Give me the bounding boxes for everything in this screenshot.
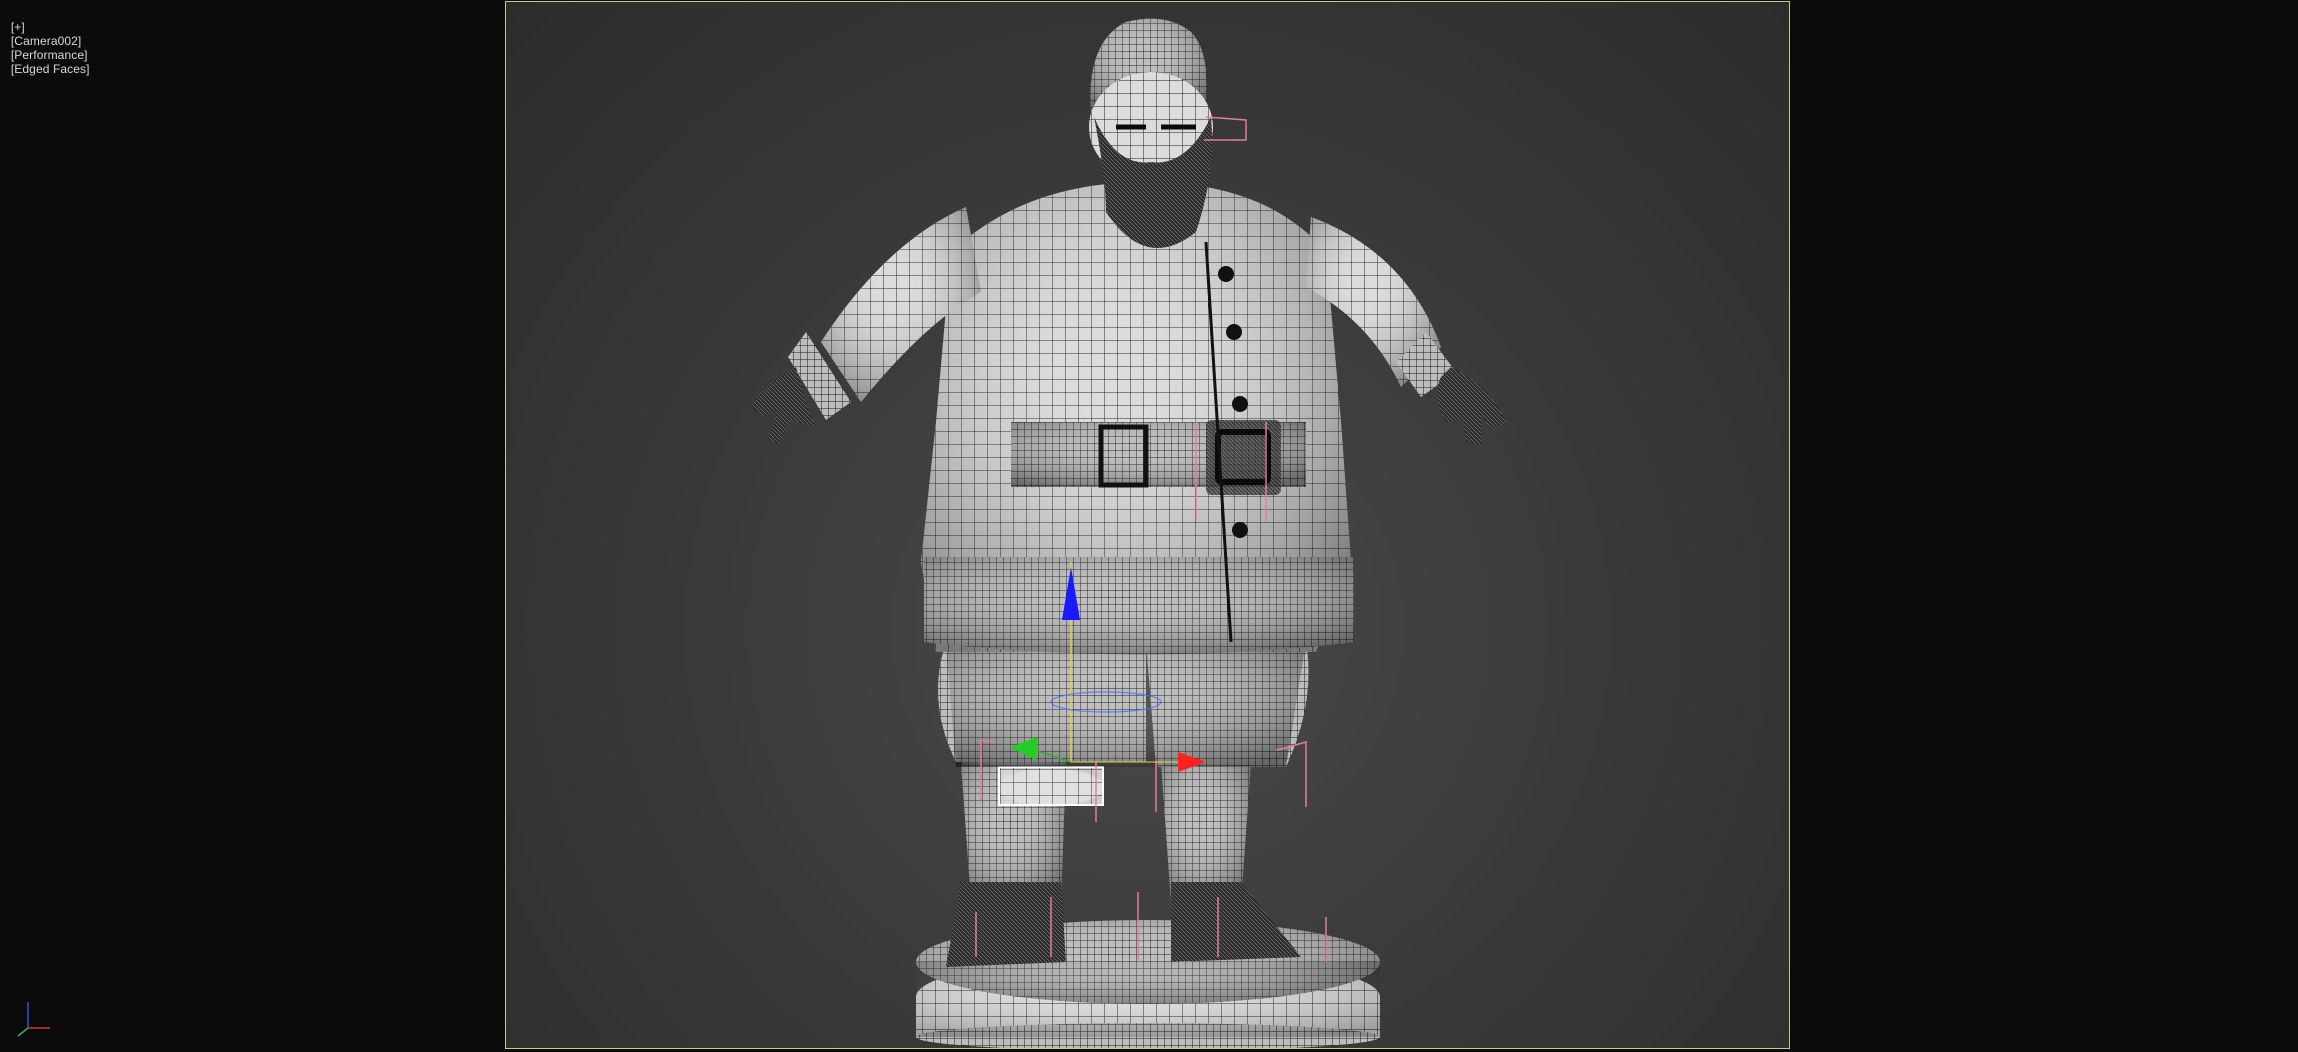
trousers xyxy=(938,642,1309,767)
viewport-camera-menu[interactable]: [Camera002] xyxy=(11,34,81,48)
head xyxy=(1089,18,1213,248)
viewport-shading-menu[interactable]: [Performance] xyxy=(11,48,88,62)
coat-body xyxy=(921,182,1354,655)
viewport-safe-frame[interactable] xyxy=(505,1,1790,1049)
viewport-mode-menu[interactable]: [Edged Faces] xyxy=(11,62,90,76)
viewport-label-menu[interactable]: [+] [Camera002] [Performance] [Edged Fac… xyxy=(4,6,90,76)
viewport-scene[interactable] xyxy=(506,2,1790,1049)
viewport-plus-menu[interactable]: [+] xyxy=(11,20,25,34)
world-axis-tripod-icon xyxy=(17,1002,50,1037)
